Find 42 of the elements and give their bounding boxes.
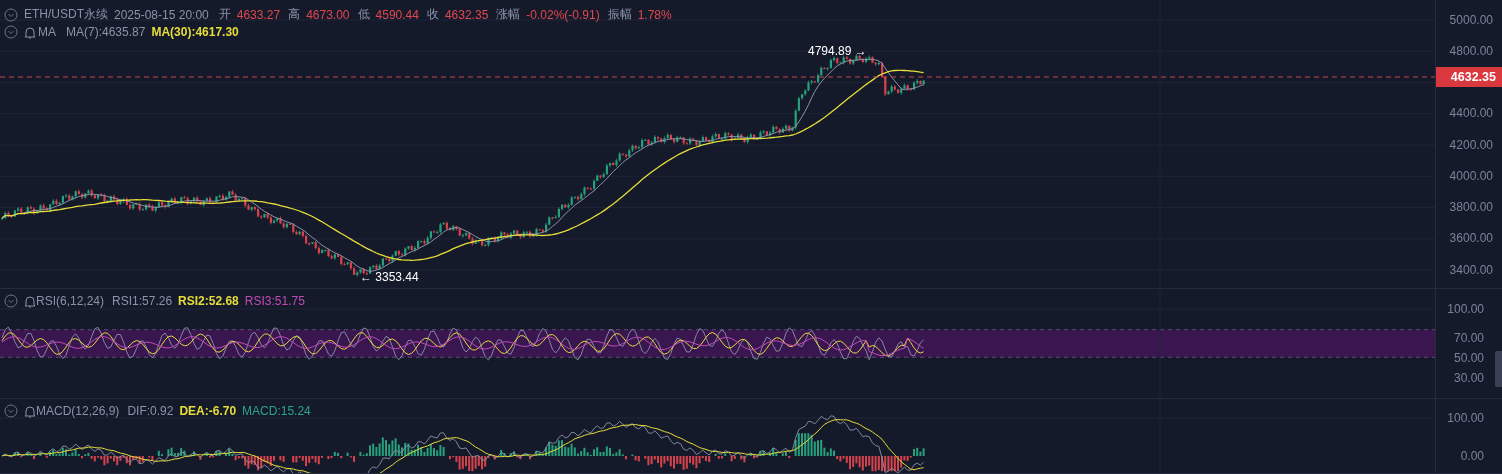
- price-axis-label: 3800.00: [1449, 200, 1493, 214]
- price-axis-label: 3600.00: [1449, 231, 1493, 245]
- price-axis-label: 4000.00: [1449, 169, 1493, 183]
- datetime-label: 2025-08-15 20:00: [114, 7, 209, 22]
- macd-axis-label: 100.00: [1447, 411, 1484, 426]
- field-label: 涨幅: [496, 6, 521, 23]
- price-axis-label: 4400.00: [1449, 106, 1493, 120]
- field-value: 4590.44: [375, 7, 419, 22]
- current-price-tag: 4632.35: [1436, 67, 1502, 88]
- macd-axis-label: 0.00: [1460, 449, 1484, 464]
- symbol-label: ETH/USDT永续: [24, 6, 108, 23]
- high-price-annotation: 4794.89 →: [808, 44, 867, 58]
- field-label: 开: [218, 6, 231, 23]
- indicator-title: RSI(6,12,24): [36, 294, 105, 309]
- rsi-axis-label: 100.00: [1447, 302, 1484, 317]
- price-axis-label: 3400.00: [1449, 263, 1493, 277]
- indicator-value: MACD:15.24: [242, 404, 311, 419]
- price-axis-label: 5000.00: [1449, 13, 1493, 27]
- field-value: 1.78%: [637, 7, 672, 22]
- indicator-title: MACD(12,26,9): [36, 404, 120, 419]
- rsi-axis-label: 30.00: [1453, 371, 1484, 386]
- field-label: 低: [357, 6, 370, 23]
- price-axis-label: 4800.00: [1449, 44, 1493, 58]
- field-label: 收: [426, 6, 439, 23]
- rsi-axis-label: 70.00: [1453, 331, 1484, 346]
- field-label: 高: [288, 6, 301, 23]
- indicator-value: MA(7):4635.87: [66, 25, 146, 39]
- low-price-annotation: ← 3353.44: [360, 270, 419, 284]
- indicator-title: MA: [38, 25, 56, 39]
- field-value: 4632.35: [444, 7, 489, 22]
- indicator-value: RSI1:57.26: [112, 294, 173, 309]
- indicator-value: RSI2:52.68: [178, 294, 239, 309]
- field-value: -0.02%(-0.91): [526, 7, 600, 22]
- rsi-axis-label: 50.00: [1453, 351, 1484, 366]
- field-value: 4633.27: [236, 7, 281, 22]
- field-label: 振幅: [607, 6, 632, 23]
- indicator-value: DEA:-6.70: [179, 404, 237, 419]
- price-axis-label: 4200.00: [1449, 138, 1493, 152]
- indicator-value: RSI3:51.75: [244, 294, 305, 309]
- indicator-value: DIF:0.92: [127, 404, 174, 419]
- field-value: 4673.00: [306, 7, 350, 22]
- indicator-value: MA(30):4617.30: [151, 25, 239, 39]
